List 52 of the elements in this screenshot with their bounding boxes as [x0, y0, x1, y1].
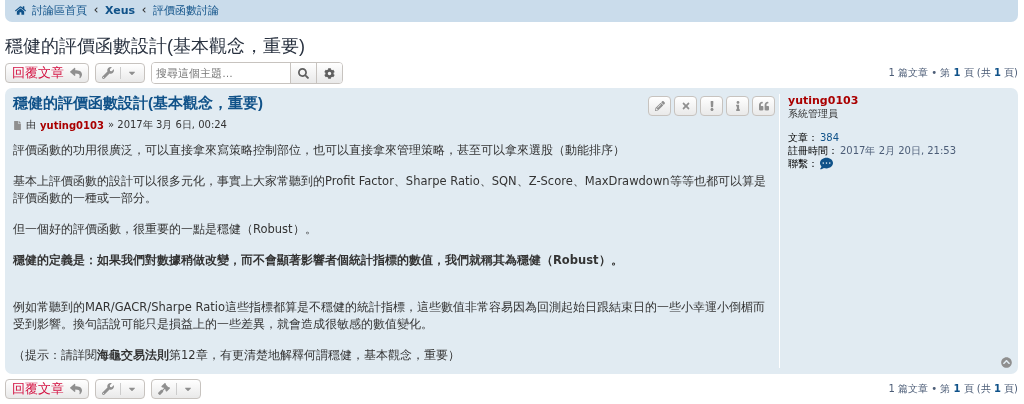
file-icon	[13, 120, 22, 130]
edit-button[interactable]	[648, 96, 671, 116]
reply-icon	[70, 383, 82, 395]
delete-icon	[680, 101, 691, 111]
post-date: » 2017年 3月 6日, 00:24	[107, 118, 227, 132]
post-paragraph: 穩健的定義是：如果我們對數據稍做改變，而不會顯著影響者個統計指標的數值，我們就稱其為穩健（Robust）。	[13, 252, 624, 269]
chevron-icon	[141, 7, 148, 13]
chevron-icon	[93, 7, 99, 13]
post-paragraph: （提示：請詳閱海龜交易法則第12章，有更清楚地解釋何謂穩健，基本觀念，重要）	[13, 347, 461, 364]
back-to-top-icon[interactable]	[1001, 357, 1012, 368]
profile-name[interactable]: yuting0103	[788, 94, 1010, 107]
pagination-text: 1 篇文章 • 第 1 頁 (共 1 頁)	[888, 382, 1018, 396]
pagination-text: 1 篇文章 • 第 1 頁 (共 1 頁)	[888, 66, 1018, 80]
tools-dropdown-button[interactable]	[95, 379, 145, 399]
wrench-icon	[102, 67, 114, 79]
post-paragraph: 例如常聽到的MAR/GACR/Sharpe Ratio這些指標都算是不穩健的統計指標，這些數值非常容易因為回測起始日跟結束日的一些小幸運小倒楣而受到影響。換句話說可能只是損益上的一些差異，就會造成很敏感的數值變化。	[13, 299, 767, 333]
post-count-link[interactable]: 384	[820, 131, 840, 144]
post-title[interactable]: 穩健的評價函數設計(基本觀念，重要)	[13, 94, 263, 116]
wrench-icon	[102, 383, 114, 395]
info-button[interactable]	[726, 96, 749, 116]
breadcrumb-link[interactable]: 討論區首頁	[32, 2, 87, 18]
reply-button[interactable]: 回覆文章	[5, 63, 89, 83]
field-label: 註冊時間：	[788, 144, 838, 157]
search-button[interactable]	[290, 63, 316, 83]
exclamation-button[interactable]	[700, 96, 723, 116]
post-paragraph: 評價函數的功用很廣泛，可以直接拿來寫策略控制部位，也可以直接拿來管理策略，甚至可以拿來選股（動能排序）	[13, 142, 626, 159]
by-label: 由	[26, 118, 36, 132]
edit-icon	[654, 101, 665, 111]
field-label: 文章：	[788, 131, 818, 144]
post-paragraph: 基本上評價函數的設計可以很多元化，事實上大家常聽到的Profit Factor、Sharpe Ratio、SQN、Z-Score、MaxDrawdown等等也都可以算是評價函數的一種或一部分。	[13, 173, 767, 207]
chat-icon[interactable]	[820, 157, 833, 170]
reply-icon	[70, 67, 82, 79]
field-value: 2017年 2月 20日, 21:53	[840, 144, 957, 157]
breadcrumb-link[interactable]: Xeus	[105, 3, 136, 17]
author-link[interactable]: yuting0103	[40, 119, 104, 131]
search-field[interactable]: 搜尋這個主題…	[151, 62, 343, 84]
tools-dropdown-button[interactable]	[95, 63, 145, 83]
settings-button[interactable]	[316, 63, 342, 83]
quote-button[interactable]	[752, 96, 775, 116]
gavel-icon	[158, 383, 170, 395]
gear-icon	[324, 67, 335, 79]
delete-button[interactable]	[674, 96, 697, 116]
breadcrumb-link[interactable]: 評價函數討論	[153, 2, 220, 18]
reply-button[interactable]: 回覆文章	[5, 379, 89, 399]
search-icon	[298, 67, 309, 79]
topic-title: 穩健的評價函數設計(基本觀念，重要)	[5, 35, 306, 58]
moderate-dropdown-button[interactable]	[151, 379, 201, 399]
post-paragraph: 但一個好的評價函數，很重要的一點是穩健（Robust）。	[13, 221, 318, 238]
user-rank: 系統管理員	[788, 107, 839, 121]
field-label: 聯繫：	[788, 157, 818, 170]
quote-icon	[758, 101, 769, 111]
home-icon[interactable]	[15, 4, 26, 16]
